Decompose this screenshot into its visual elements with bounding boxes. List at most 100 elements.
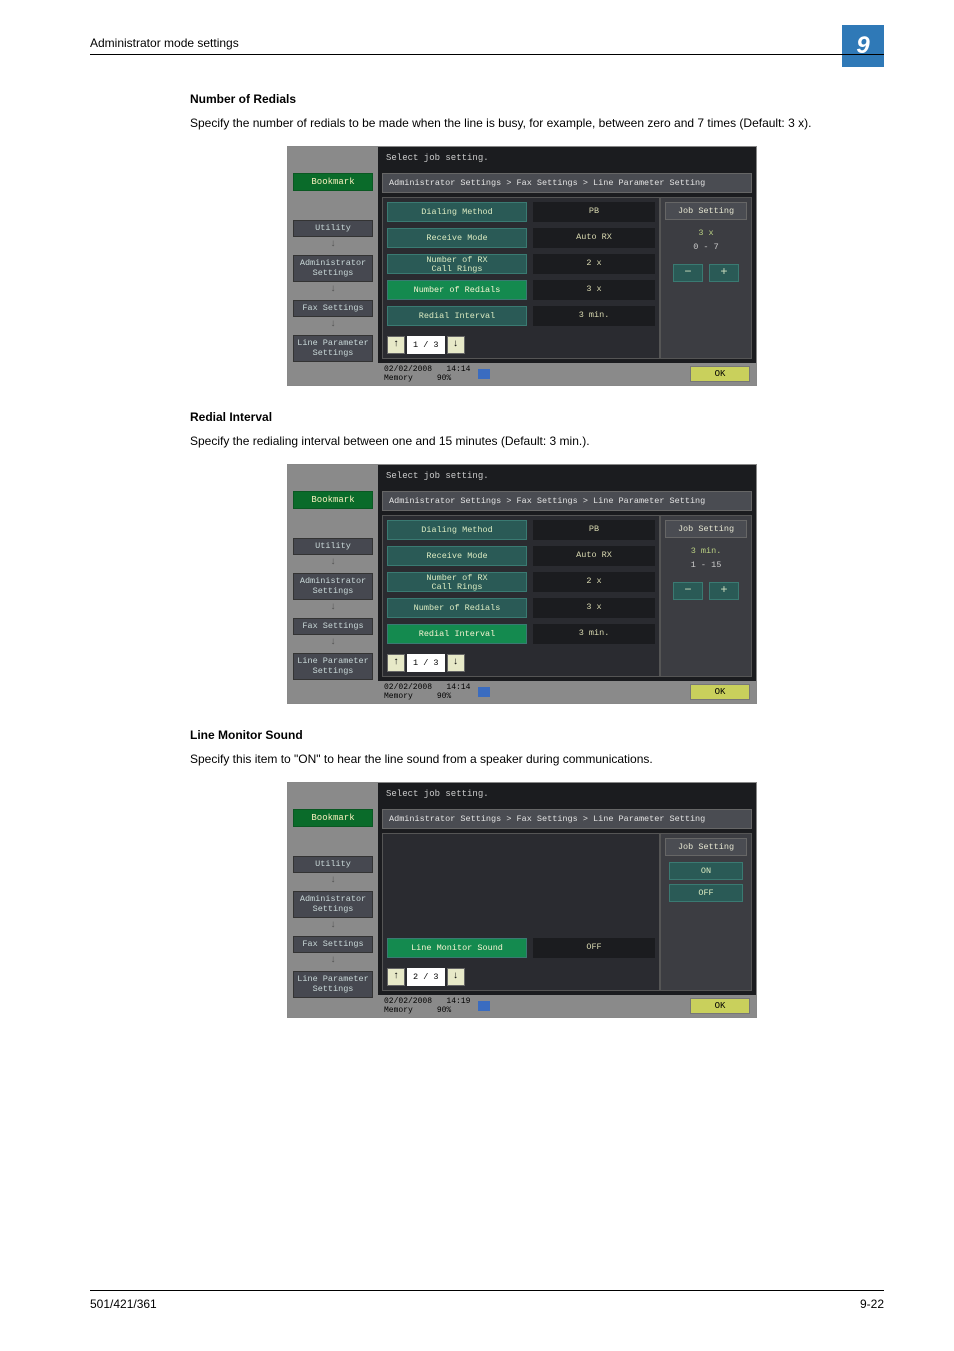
param-redial-interval[interactable]: Redial Interval — [387, 306, 527, 326]
status-time: 14:14 — [446, 365, 470, 374]
panel-screenshot-monitor: Bookmark Utility ↓ Administrator Setting… — [287, 782, 757, 1018]
on-button[interactable]: ON — [669, 862, 743, 880]
decrement-button[interactable]: − — [673, 582, 703, 600]
header-section: Administrator mode settings — [90, 36, 239, 50]
param-redials-value: 3 x — [533, 598, 655, 618]
ok-button[interactable]: OK — [690, 366, 750, 382]
sidebar-item-fax[interactable]: Fax Settings — [293, 618, 373, 635]
status-memory-label: Memory — [384, 692, 413, 701]
panel-prompt: Select job setting. — [378, 465, 756, 491]
footer-model: 501/421/361 — [90, 1297, 157, 1311]
job-range: 0 - 7 — [665, 240, 747, 258]
sidebar-arrow-icon: ↓ — [288, 237, 378, 252]
decrement-button[interactable]: − — [673, 264, 703, 282]
page-down-button[interactable]: ↓ — [447, 654, 465, 672]
job-current-value: 3 min. — [665, 544, 747, 558]
job-setting-header: Job Setting — [665, 520, 747, 538]
page-down-button[interactable]: ↓ — [447, 336, 465, 354]
bookmark-button[interactable]: Bookmark — [293, 809, 373, 827]
status-time: 14:14 — [446, 683, 470, 692]
sidebar-arrow-icon: ↓ — [288, 282, 378, 297]
status-time: 14:19 — [446, 997, 470, 1006]
param-receive-mode[interactable]: Receive Mode — [387, 546, 527, 566]
sidebar-arrow-icon: ↓ — [288, 918, 378, 933]
ok-button[interactable]: OK — [690, 998, 750, 1014]
panel-screenshot-redials: Bookmark Utility ↓ Administrator Setting… — [287, 146, 757, 386]
param-interval-value: 3 min. — [533, 624, 655, 644]
panel-prompt: Select job setting. — [378, 147, 756, 173]
param-interval-value: 3 min. — [533, 306, 655, 326]
param-dialing-method[interactable]: Dialing Method — [387, 520, 527, 540]
sidebar-item-line[interactable]: Line Parameter Settings — [293, 653, 373, 680]
panel-sidebar: Bookmark Utility ↓ Administrator Setting… — [288, 465, 378, 703]
job-current-value: 3 x — [665, 226, 747, 240]
heading-number-of-redials: Number of Redials — [190, 92, 854, 106]
param-rx-call-rings[interactable]: Number of RX Call Rings — [387, 572, 527, 592]
ok-button[interactable]: OK — [690, 684, 750, 700]
param-receive-value: Auto RX — [533, 546, 655, 566]
chapter-number-badge: 9 — [842, 25, 884, 67]
status-memory-label: Memory — [384, 1006, 413, 1015]
status-date: 02/02/2008 — [384, 365, 432, 374]
body-line-monitor-sound: Specify this item to "ON" to hear the li… — [190, 750, 854, 768]
param-receive-mode[interactable]: Receive Mode — [387, 228, 527, 248]
breadcrumb: Administrator Settings > Fax Settings > … — [382, 809, 752, 829]
sidebar-arrow-icon: ↓ — [288, 600, 378, 615]
off-button[interactable]: OFF — [669, 884, 743, 902]
status-date: 02/02/2008 — [384, 683, 432, 692]
sidebar-item-fax[interactable]: Fax Settings — [293, 300, 373, 317]
param-redials-value: 3 x — [533, 280, 655, 300]
sidebar-item-utility[interactable]: Utility — [293, 538, 373, 555]
param-receive-value: Auto RX — [533, 228, 655, 248]
param-line-monitor-sound[interactable]: Line Monitor Sound — [387, 938, 527, 958]
sidebar-item-admin[interactable]: Administrator Settings — [293, 891, 373, 918]
status-memory: 90% — [437, 374, 451, 383]
param-monitor-value: OFF — [533, 938, 655, 958]
param-number-of-redials[interactable]: Number of Redials — [387, 598, 527, 618]
sidebar-item-utility[interactable]: Utility — [293, 856, 373, 873]
param-dialing-value: PB — [533, 202, 655, 222]
status-memory: 90% — [437, 692, 451, 701]
param-rxcalls-value: 2 x — [533, 572, 655, 592]
sidebar-item-admin[interactable]: Administrator Settings — [293, 573, 373, 600]
sidebar-arrow-icon: ↓ — [288, 317, 378, 332]
page-indicator: 1 / 3 — [407, 336, 445, 354]
sidebar-arrow-icon: ↓ — [288, 953, 378, 968]
status-memory-label: Memory — [384, 374, 413, 383]
job-range: 1 - 15 — [665, 558, 747, 576]
sidebar-arrow-icon: ↓ — [288, 555, 378, 570]
page-up-button[interactable]: ↑ — [387, 654, 405, 672]
param-rxcalls-value: 2 x — [533, 254, 655, 274]
job-setting-header: Job Setting — [665, 838, 747, 856]
heading-line-monitor-sound: Line Monitor Sound — [190, 728, 854, 742]
header-rule — [90, 54, 884, 55]
bookmark-button[interactable]: Bookmark — [293, 173, 373, 191]
panel-screenshot-interval: Bookmark Utility ↓ Administrator Setting… — [287, 464, 757, 704]
status-icon — [478, 1001, 490, 1011]
status-date: 02/02/2008 — [384, 997, 432, 1006]
param-rx-call-rings[interactable]: Number of RX Call Rings — [387, 254, 527, 274]
page-indicator: 2 / 3 — [407, 968, 445, 986]
page-up-button[interactable]: ↑ — [387, 336, 405, 354]
sidebar-item-admin[interactable]: Administrator Settings — [293, 255, 373, 282]
sidebar-arrow-icon: ↓ — [288, 635, 378, 650]
sidebar-item-line[interactable]: Line Parameter Settings — [293, 335, 373, 362]
page-up-button[interactable]: ↑ — [387, 968, 405, 986]
bookmark-button[interactable]: Bookmark — [293, 491, 373, 509]
panel-sidebar: Bookmark Utility ↓ Administrator Setting… — [288, 147, 378, 385]
panel-sidebar: Bookmark Utility ↓ Administrator Setting… — [288, 783, 378, 1017]
heading-redial-interval: Redial Interval — [190, 410, 854, 424]
param-dialing-value: PB — [533, 520, 655, 540]
breadcrumb: Administrator Settings > Fax Settings > … — [382, 491, 752, 511]
page-down-button[interactable]: ↓ — [447, 968, 465, 986]
footer-page: 9-22 — [860, 1297, 884, 1311]
increment-button[interactable]: + — [709, 264, 739, 282]
param-number-of-redials[interactable]: Number of Redials — [387, 280, 527, 300]
status-icon — [478, 687, 490, 697]
sidebar-item-utility[interactable]: Utility — [293, 220, 373, 237]
increment-button[interactable]: + — [709, 582, 739, 600]
param-dialing-method[interactable]: Dialing Method — [387, 202, 527, 222]
sidebar-item-line[interactable]: Line Parameter Settings — [293, 971, 373, 998]
sidebar-item-fax[interactable]: Fax Settings — [293, 936, 373, 953]
param-redial-interval[interactable]: Redial Interval — [387, 624, 527, 644]
